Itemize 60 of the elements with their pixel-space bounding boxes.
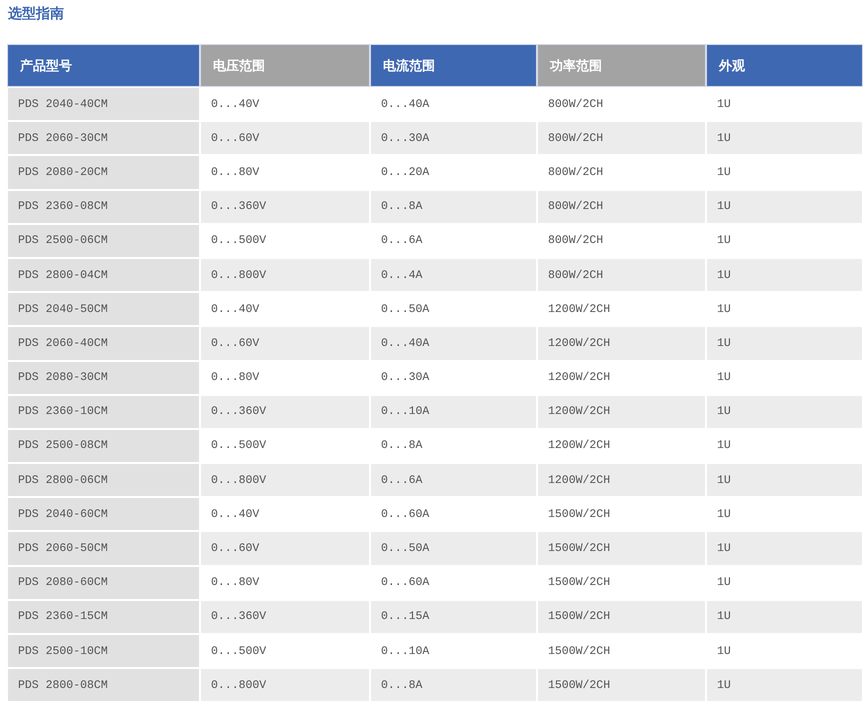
table-cell: PDS 2800-04CM [8, 258, 199, 292]
table-cell: PDS 2060-50CM [8, 532, 199, 565]
page-title: 选型指南 [8, 5, 65, 24]
table-cell: 1U [707, 532, 862, 565]
table-cell: PDS 2360-15CM [8, 600, 199, 633]
table-cell: PDS 2500-08CM [8, 430, 199, 462]
table-cell: 800W/2CH [538, 122, 705, 154]
table-cell: 1U [707, 669, 862, 702]
table-cell: 1500W/2CH [538, 532, 705, 565]
table-cell: PDS 2360-10CM [8, 396, 199, 428]
table-cell: 1U [707, 327, 862, 360]
table-cell: PDS 2040-40CM [8, 88, 199, 120]
table-cell: 1U [707, 258, 862, 292]
table-cell: PDS 2080-60CM [8, 566, 199, 599]
table-cell: 1200W/2CH [538, 396, 705, 428]
column-header: 电流范围 [371, 45, 536, 86]
table-cell: 0...40A [371, 327, 536, 360]
column-header: 电压范围 [201, 45, 369, 86]
column-header: 产品型号 [8, 45, 199, 86]
table-cell: PDS 2080-30CM [8, 362, 199, 394]
table-cell: 0...60V [201, 532, 369, 565]
table-cell: 0...50A [371, 532, 536, 565]
column-header: 外观 [707, 45, 862, 86]
table-cell: 0...10A [371, 396, 536, 428]
table-cell: 0...30A [371, 122, 536, 154]
table-cell: 0...800V [201, 464, 369, 496]
table-cell: PDS 2360-08CM [8, 190, 199, 223]
table-cell: PDS 2080-20CM [8, 156, 199, 189]
table-cell: 800W/2CH [538, 258, 705, 292]
table-cell: PDS 2060-30CM [8, 122, 199, 154]
table-cell: PDS 2040-50CM [8, 293, 199, 326]
table-cell: 0...360V [201, 396, 369, 428]
table-cell: 1U [707, 600, 862, 633]
table-cell: 1U [707, 122, 862, 154]
table-cell: 0...6A [371, 464, 536, 496]
table-cell: 1U [707, 190, 862, 223]
table-cell: 0...360V [201, 600, 369, 633]
table-cell: 1200W/2CH [538, 464, 705, 496]
table-cell: 0...360V [201, 190, 369, 223]
table-cell: PDS 2800-06CM [8, 464, 199, 496]
table-cell: 1500W/2CH [538, 600, 705, 633]
table-cell: PDS 2500-06CM [8, 224, 199, 257]
table-cell: PDS 2040-60CM [8, 498, 199, 530]
table-cell: PDS 2800-08CM [8, 669, 199, 702]
table-cell: 0...8A [371, 190, 536, 223]
table-cell: PDS 2060-40CM [8, 327, 199, 360]
table-cell: 0...15A [371, 600, 536, 633]
table-cell: 0...60V [201, 122, 369, 154]
table-cell: 0...800V [201, 258, 369, 292]
table-cell: 0...800V [201, 669, 369, 702]
table-cell: 1U [707, 464, 862, 496]
table-cell: 0...4A [371, 258, 536, 292]
table-cell: 1200W/2CH [538, 327, 705, 360]
table-cell: PDS 2500-10CM [8, 635, 199, 668]
table-cell: 1500W/2CH [538, 669, 705, 702]
table-cell: 800W/2CH [538, 190, 705, 223]
table-cell: 1U [707, 396, 862, 428]
column-header: 功率范围 [538, 45, 705, 86]
table-cell: 0...60V [201, 327, 369, 360]
table-cell: 0...8A [371, 669, 536, 702]
